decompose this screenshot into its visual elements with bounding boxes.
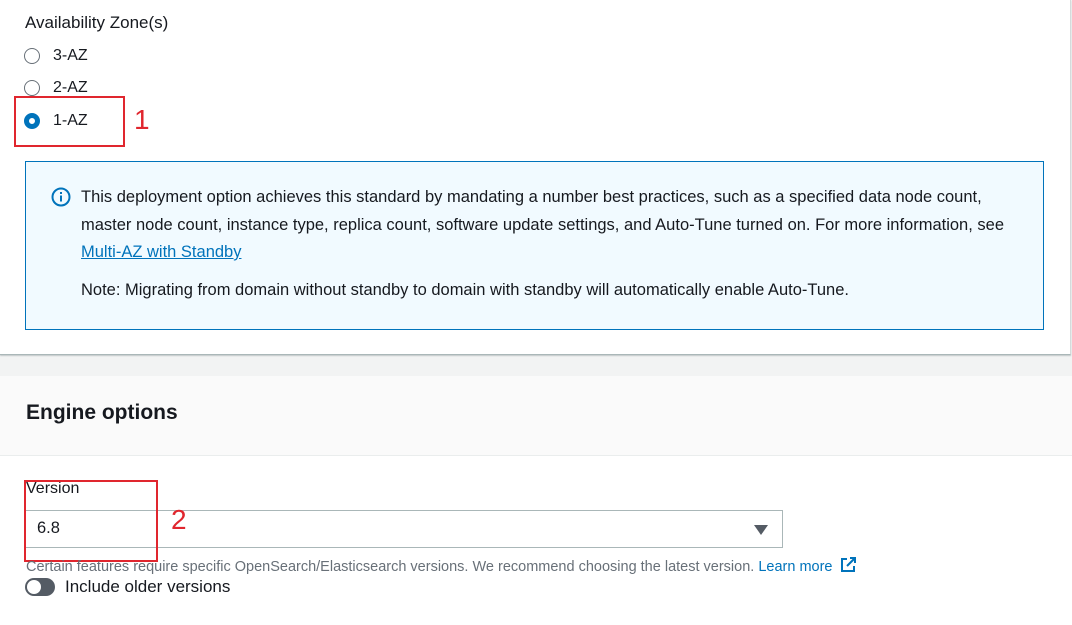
engine-options-header: Engine options: [0, 376, 1072, 456]
include-older-versions-label: Include older versions: [65, 577, 231, 596]
learn-more-label: Learn more: [758, 559, 833, 575]
info-icon: [51, 187, 71, 207]
info-message-text: This deployment option achieves this sta…: [81, 188, 1004, 234]
annotation-number-1: 1: [134, 104, 150, 135]
radio-3az-label: 3-AZ: [53, 47, 88, 64]
external-link-icon: [840, 557, 856, 572]
learn-more-link[interactable]: Learn more: [758, 557, 856, 575]
availability-zones-label: Availability Zone(s): [25, 13, 169, 32]
info-message: This deployment option achieves this sta…: [81, 184, 1026, 267]
radio-circle[interactable]: [24, 80, 40, 96]
version-hint-text: Certain features require specific OpenSe…: [26, 559, 755, 575]
radio-3az[interactable]: 3-AZ: [24, 47, 88, 65]
caret-down-icon: [754, 525, 768, 535]
radio-circle[interactable]: [24, 48, 40, 64]
include-older-versions-toggle[interactable]: [25, 578, 55, 596]
annotation-box-2: [24, 480, 158, 562]
toggle-knob: [27, 580, 41, 594]
annotation-box-1: [14, 96, 125, 147]
radio-2az-label: 2-AZ: [53, 79, 88, 96]
multi-az-standby-link[interactable]: Multi-AZ with Standby: [81, 243, 241, 261]
info-note: Note: Migrating from domain without stan…: [81, 281, 849, 299]
annotation-number-2: 2: [171, 504, 187, 535]
availability-panel: Availability Zone(s) 3-AZ 2-AZ 1-AZ 1 Th…: [0, 0, 1071, 355]
radio-2az[interactable]: 2-AZ: [24, 79, 88, 97]
engine-options-panel: Engine options Version 6.8 2 Certain fea…: [0, 376, 1072, 625]
include-older-versions-toggle-row[interactable]: Include older versions: [25, 577, 230, 597]
info-alert: This deployment option achieves this sta…: [25, 161, 1044, 330]
version-hint: Certain features require specific OpenSe…: [26, 556, 857, 575]
engine-options-title: Engine options: [26, 401, 178, 424]
